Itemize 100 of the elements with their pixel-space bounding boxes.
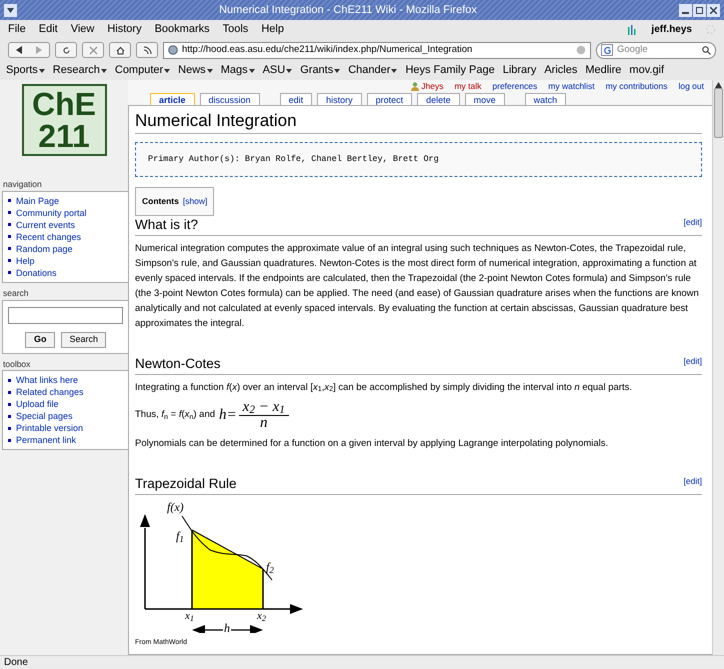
maximize-button[interactable] — [693, 4, 706, 16]
menu-item[interactable]: Edit — [38, 21, 58, 38]
point-label: f$_{2}$ — [266, 558, 274, 576]
caret-icon — [248, 68, 255, 72]
sidebar-link[interactable]: Related changes — [16, 386, 84, 398]
search-icon[interactable] — [702, 46, 711, 54]
axis-label: x$_{1}$ — [185, 610, 194, 622]
formula: h= x$_{2}$ − x$_{1}$ n — [219, 400, 289, 430]
page-tab[interactable]: article — [150, 93, 195, 105]
sidebar-link[interactable]: Recent changes — [16, 230, 82, 243]
bookmark-link[interactable]: Library — [502, 62, 536, 79]
stop-button[interactable] — [82, 42, 104, 58]
bookmark-link[interactable]: Medlire — [585, 62, 622, 79]
feed-icon — [142, 46, 152, 54]
google-icon — [601, 44, 613, 56]
up-arrow-icon[interactable] — [715, 82, 722, 88]
menu-item[interactable]: Bookmarks — [154, 21, 210, 38]
sidebar-link[interactable]: Permanent link — [16, 434, 76, 446]
bookmark-folder[interactable]: News — [178, 62, 213, 79]
edit-link[interactable]: [edit] — [684, 474, 702, 488]
page-title: Numerical Integration — [135, 110, 702, 134]
search-button[interactable]: Search — [61, 332, 106, 348]
menu-item[interactable]: Tools — [222, 21, 248, 38]
user-link[interactable]: my contributions — [606, 80, 668, 92]
caret-icon — [164, 68, 170, 72]
author-box: Primary Author(s): Bryan Rolfe, Chanel Bertley, Brett Org — [135, 142, 702, 177]
point-label: f$_{1}$ — [176, 528, 184, 544]
address-field[interactable]: http://hood.eas.asu.edu/che211/wiki/index.php/Numerical_Integration — [163, 42, 591, 58]
page-tab[interactable]: watch — [524, 93, 566, 105]
menu-item[interactable]: File — [8, 21, 26, 38]
menu-item[interactable]: History — [107, 21, 142, 38]
home-button[interactable] — [109, 42, 131, 58]
bookmark-folder[interactable]: ASU — [262, 62, 292, 79]
user-link[interactable]: log out — [678, 80, 704, 92]
close-button[interactable] — [707, 4, 720, 16]
caret-icon — [206, 68, 213, 72]
axis-label: x$_{2}$ — [257, 610, 266, 622]
caret-icon — [38, 68, 45, 72]
page-tab[interactable]: edit — [280, 93, 312, 105]
formula-text: Thus, f$_{n}$ = f(x$_{n}$) and — [135, 408, 216, 422]
scrollbar[interactable] — [712, 80, 724, 655]
menu-item[interactable]: Help — [261, 21, 284, 38]
caret-icon — [286, 68, 292, 72]
function-label: f(x) — [167, 498, 184, 516]
sidebar-link[interactable]: Upload file — [16, 398, 59, 410]
search-engine-input[interactable]: Google — [617, 42, 698, 58]
bookmark-folder[interactable]: Sports — [6, 62, 45, 79]
caret-icon — [100, 68, 107, 72]
status-text: Done — [4, 656, 28, 669]
sidebar-link[interactable]: Printable version — [16, 422, 84, 434]
home-icon — [116, 46, 124, 54]
bookmark-folder[interactable]: Computer — [114, 62, 170, 79]
bookmark-folder[interactable]: Chander — [348, 62, 398, 79]
sidebar-link[interactable]: What links here — [16, 374, 78, 386]
wiki-logo[interactable]: ChE 211 — [22, 84, 106, 156]
bookmark-folder[interactable]: Grants — [300, 62, 340, 79]
bookmark-link[interactable]: Aricles — [544, 62, 578, 79]
sidebar-link[interactable]: Main Page — [16, 194, 60, 207]
sidebar-link[interactable]: Donations — [16, 266, 57, 279]
reload-icon — [62, 46, 70, 54]
go-button[interactable]: Go — [24, 332, 56, 348]
bookmark-link[interactable]: mov.gif — [629, 62, 664, 79]
edit-link[interactable]: [edit] — [684, 354, 702, 368]
caret-icon — [391, 68, 398, 72]
portlet-title: search — [2, 286, 30, 300]
scrollbar-thumb[interactable] — [714, 88, 723, 138]
sidebar-link[interactable]: Special pages — [16, 410, 73, 422]
menu-item[interactable]: View — [70, 21, 94, 38]
bookmark-folder[interactable]: Research — [52, 62, 107, 79]
search-engine-field[interactable]: Google — [596, 42, 716, 58]
page-tab[interactable]: history — [317, 93, 362, 105]
sidebar-link[interactable]: Help — [16, 254, 35, 267]
minimize-button[interactable] — [679, 4, 692, 16]
close-icon — [710, 6, 717, 14]
paragraph: Polynomials can be determined for a function on a given interval by applying Lagrange interpolating polynomials. — [135, 436, 610, 450]
sidebar-link[interactable]: Community portal — [16, 206, 87, 219]
sidebar-link[interactable]: Random page — [16, 242, 73, 255]
user-link[interactable]: Jheys — [411, 80, 444, 92]
search-input[interactable] — [8, 307, 123, 324]
reload-button[interactable] — [55, 42, 77, 58]
feed-button[interactable] — [136, 42, 158, 58]
page-tab[interactable]: move — [464, 93, 505, 105]
window-menu-button[interactable] — [4, 4, 17, 16]
page-tab[interactable]: protect — [366, 93, 412, 105]
window-title: Numerical Integration - ChE211 Wiki - Mozilla Firefox — [218, 2, 478, 18]
edit-link[interactable]: [edit] — [684, 216, 702, 228]
user-link[interactable]: my watchlist — [548, 80, 595, 92]
section-heading: Newton-Cotes — [135, 354, 221, 372]
sidebar-link[interactable]: Current events — [16, 218, 76, 231]
user-icon — [411, 82, 420, 90]
left-arrow-icon — [15, 46, 23, 54]
user-link[interactable]: preferences — [492, 80, 538, 92]
user-link[interactable]: my talk — [454, 80, 482, 92]
page-tab[interactable]: delete — [417, 93, 460, 105]
bookmark-link[interactable]: Heys Family Page — [405, 62, 495, 79]
show-link[interactable]: [show] — [182, 194, 208, 208]
right-arrow-icon — [35, 46, 43, 54]
bookmark-folder[interactable]: Mags — [220, 62, 255, 79]
bars-icon — [628, 24, 638, 34]
page-tab[interactable]: discussion — [200, 93, 260, 105]
